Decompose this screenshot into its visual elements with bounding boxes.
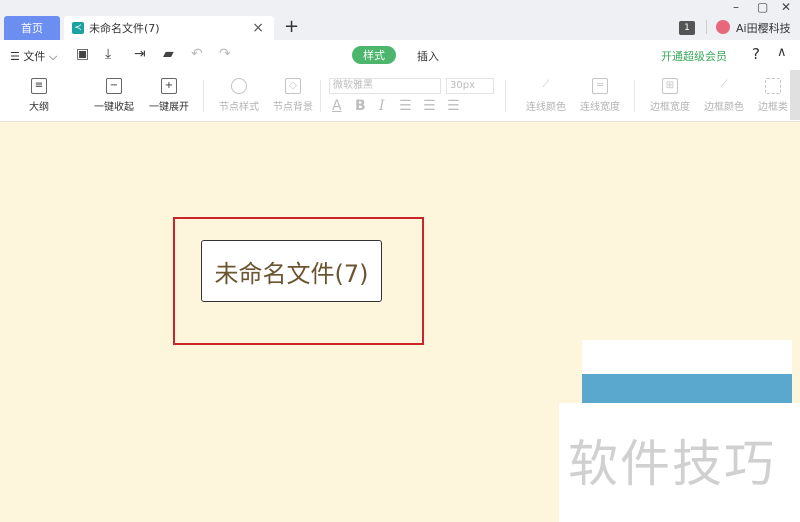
file-menu-button[interactable]: ☰ 文件 ⌵ [10, 48, 57, 64]
node-style-button[interactable]: 节点样式 [219, 78, 259, 113]
help-icon[interactable]: ? [752, 45, 760, 63]
line-width-label: 连线宽度 [580, 102, 620, 113]
export-icon[interactable]: ⇥ [134, 46, 146, 62]
border-color-label: 边框颜色 [704, 102, 744, 113]
overlay-panel-bar [582, 374, 792, 404]
align-center-icon[interactable]: ☰ [423, 98, 436, 114]
undo-icon[interactable]: ↶ [191, 46, 203, 62]
border-color-icon: ⟋ [720, 79, 728, 90]
toolbar-divider [505, 80, 506, 112]
divider [706, 20, 707, 34]
expand-all-label: 一键展开 [149, 102, 189, 113]
paint-bucket-icon: ◇ [285, 78, 301, 94]
watermark-text: 软件技巧 [568, 435, 776, 493]
line-width-button[interactable]: ═ 连线宽度 [580, 78, 620, 113]
align-left-icon[interactable]: ☰ [399, 98, 412, 114]
redo-icon[interactable]: ↷ [219, 46, 231, 62]
root-node[interactable]: 未命名文件(7) [201, 240, 382, 302]
font-size-select[interactable]: 30px [446, 78, 494, 94]
avatar[interactable] [716, 20, 730, 34]
maximize-icon[interactable]: ▢ [757, 0, 768, 14]
window-close-icon[interactable]: ✕ [781, 0, 791, 14]
vip-upgrade-link[interactable]: 开通超级会员 [661, 48, 727, 64]
toolbar-divider [203, 80, 204, 112]
overlay-panel [582, 340, 792, 374]
font-color-icon[interactable]: A [332, 98, 342, 114]
format-painter-icon[interactable]: ▰ [163, 46, 174, 62]
plus-box-icon: + [161, 78, 177, 94]
toolbar-divider [634, 80, 635, 112]
border-type-label: 边框类 [758, 102, 788, 113]
collapse-all-button[interactable]: − 一键收起 [94, 78, 134, 113]
border-type-icon [765, 78, 781, 94]
node-background-label: 节点背景 [273, 102, 313, 113]
tab-document-label: 未命名文件(7) [89, 22, 160, 35]
toolbar-scrollbar[interactable] [790, 70, 800, 120]
outline-label: 大纲 [29, 102, 49, 113]
minus-box-icon: − [106, 78, 122, 94]
border-color-button[interactable]: ⟋ 边框颜色 [704, 78, 744, 113]
close-tab-icon[interactable]: × [252, 20, 264, 36]
align-right-icon[interactable]: ☰ [447, 98, 460, 114]
tab-style[interactable]: 样式 [352, 46, 396, 64]
node-style-icon [231, 78, 247, 94]
expand-all-button[interactable]: + 一键展开 [149, 78, 189, 113]
line-color-label: 连线颜色 [526, 102, 566, 113]
toolbar-divider [320, 80, 321, 112]
download-icon[interactable]: ⤓ [105, 46, 111, 62]
node-style-label: 节点样式 [219, 102, 259, 113]
save-icon[interactable]: ▣ [76, 46, 89, 62]
tab-document[interactable]: ≺ 未命名文件(7) × [64, 16, 274, 40]
outline-icon: ≡ [31, 78, 47, 94]
notification-badge[interactable]: 1 [679, 21, 695, 35]
border-width-icon: ⊞ [662, 78, 678, 94]
bold-icon[interactable]: B [355, 98, 366, 114]
minimize-icon[interactable]: – [733, 0, 739, 14]
line-width-icon: ═ [592, 78, 608, 94]
tab-home[interactable]: 首页 [4, 16, 60, 40]
node-background-button[interactable]: ◇ 节点背景 [273, 78, 313, 113]
italic-icon[interactable]: I [379, 98, 385, 114]
new-tab-button[interactable]: + [284, 17, 299, 37]
border-type-button[interactable]: 边框类 [758, 78, 788, 113]
line-color-icon: ⟋ [542, 79, 550, 90]
mindmap-logo-icon: ≺ [72, 22, 84, 34]
outline-button[interactable]: ≡ 大纲 [29, 78, 49, 113]
border-width-label: 边框宽度 [650, 102, 690, 113]
collapse-all-label: 一键收起 [94, 102, 134, 113]
line-color-button[interactable]: ⟋ 连线颜色 [526, 78, 566, 113]
user-name[interactable]: Ai田樱科技 [736, 20, 791, 36]
collapse-toolbar-icon[interactable]: ∧ [777, 45, 787, 60]
menu-bar: ☰ 文件 ⌵ ▣ ⤓ ⇥ ▰ ↶ ↷ 样式 插入 开通超级会员 ? ∧ [0, 40, 800, 70]
font-family-select[interactable]: 微软雅黑 [329, 78, 441, 94]
tab-insert[interactable]: 插入 [417, 48, 439, 64]
border-width-button[interactable]: ⊞ 边框宽度 [650, 78, 690, 113]
